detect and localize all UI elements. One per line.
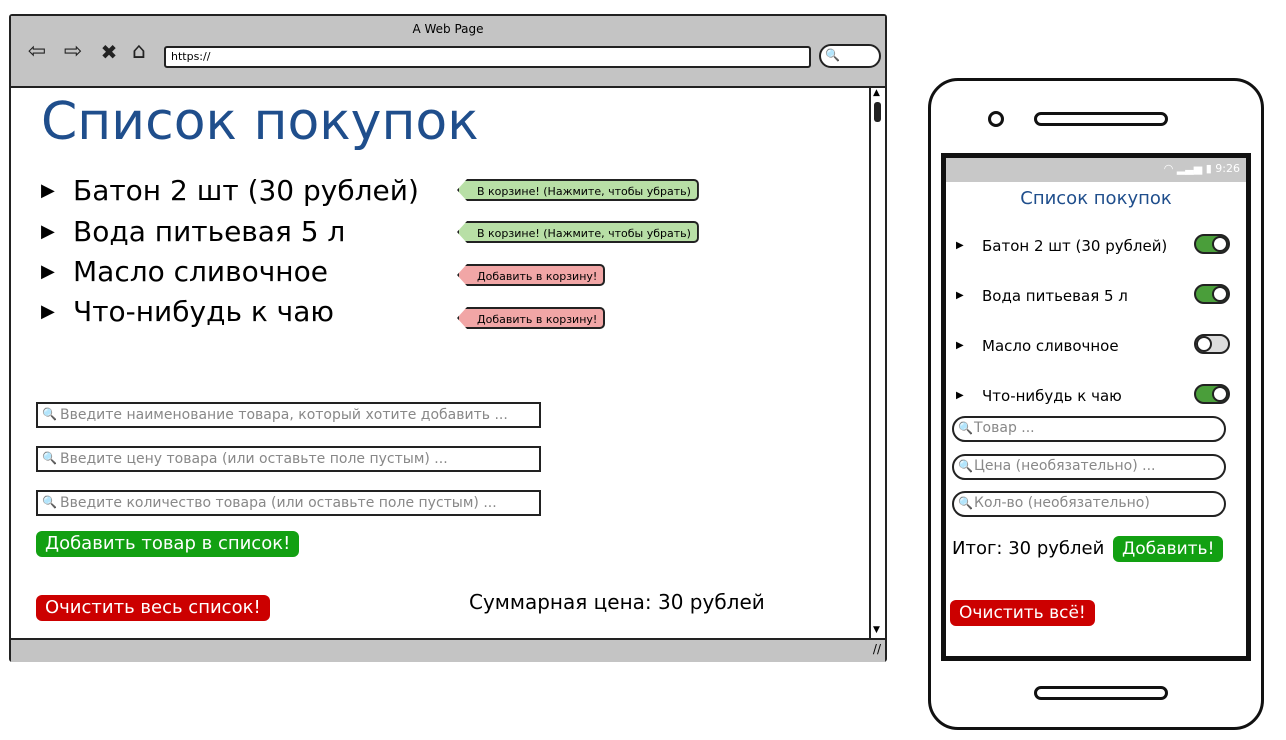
expand-arrow-icon[interactable]: ▶ [41, 221, 55, 242]
total-price: Суммарная цена: 30 рублей [469, 590, 765, 614]
camera-icon [988, 111, 1004, 127]
in-cart-toggle[interactable] [1194, 284, 1230, 304]
browser-search-box[interactable]: 🔍 [819, 44, 881, 68]
mobile-item-qty-input[interactable]: 🔍 Кол-во (необязательно) [952, 491, 1226, 517]
stop-icon[interactable]: ✖ [95, 40, 123, 64]
input-placeholder: Введите цену товара (или оставьте поле п… [60, 451, 448, 467]
resize-handle-icon[interactable]: // [873, 642, 881, 656]
list-item: ▶ Вода питьевая 5 л [956, 284, 1241, 310]
item-label: Батон 2 шт (30 рублей) [73, 174, 419, 207]
list-item: ▶ Масло сливочное [956, 334, 1241, 360]
window-title: A Web Page [412, 22, 484, 36]
status-icons: ◠ ▂▃▅ ▮ 9:26 [1164, 162, 1240, 175]
item-label: Вода питьевая 5 л [73, 215, 346, 248]
item-label: Что-нибудь к чаю [982, 387, 1122, 405]
scroll-up-icon[interactable]: ▲ [873, 88, 880, 98]
expand-arrow-icon[interactable]: ▶ [41, 261, 55, 282]
mobile-page-title: Список покупок [1020, 188, 1172, 209]
expand-arrow-icon[interactable]: ▶ [956, 240, 964, 251]
input-placeholder: Введите наименование товара, который хот… [60, 407, 508, 423]
wifi-icon: ◠ [1163, 162, 1174, 175]
address-bar[interactable]: https:// [164, 46, 811, 68]
input-placeholder: Цена (необязательно) ... [974, 458, 1156, 474]
search-icon: 🔍 [825, 48, 840, 62]
page-title: Список покупок [41, 92, 479, 152]
clear-list-button[interactable]: Очистить весь список! [36, 595, 270, 621]
home-icon[interactable]: ⌂ [125, 40, 153, 64]
mobile-total-price: Итог: 30 рублей [952, 538, 1105, 559]
expand-arrow-icon[interactable]: ▶ [956, 390, 964, 401]
in-cart-toggle[interactable] [1194, 384, 1230, 404]
search-icon: 🔍 [958, 459, 973, 473]
item-price-input[interactable]: 🔍 Введите цену товара (или оставьте поле… [36, 446, 541, 472]
mobile-item-name-input[interactable]: 🔍 Товар ... [952, 416, 1226, 442]
item-label: Вода питьевая 5 л [982, 287, 1128, 305]
input-placeholder: Товар ... [974, 420, 1035, 436]
status-time: 9:26 [1215, 162, 1240, 175]
toggle-knob [1196, 336, 1212, 352]
back-icon[interactable]: ⇦ [23, 40, 51, 64]
in-cart-toggle[interactable] [1194, 334, 1230, 354]
item-label: Масло сливочное [73, 255, 328, 288]
item-label: Батон 2 шт (30 рублей) [982, 237, 1168, 255]
add-to-cart-tag[interactable]: Добавить в корзину! [457, 264, 606, 286]
toggle-knob [1212, 386, 1228, 402]
mobile-add-button[interactable]: Добавить! [1113, 536, 1224, 562]
phone-status-bar: ◠ ▂▃▅ ▮ 9:26 [946, 158, 1246, 182]
mobile-clear-button[interactable]: Очистить всё! [950, 600, 1095, 626]
search-icon: 🔍 [42, 407, 57, 421]
item-label: Масло сливочное [982, 337, 1119, 355]
expand-arrow-icon[interactable]: ▶ [956, 340, 964, 351]
forward-icon[interactable]: ⇨ [59, 40, 87, 64]
speaker-grille [1034, 112, 1168, 126]
search-icon: 🔍 [42, 495, 57, 509]
in-cart-toggle[interactable] [1194, 234, 1230, 254]
in-cart-tag[interactable]: В корзине! (Нажмите, чтобы убрать) [457, 179, 699, 201]
browser-window: A Web Page ⇦ ⇨ ✖ ⌂ https:// 🔍 ▲ ▼ // Спи… [9, 14, 887, 662]
expand-arrow-icon[interactable]: ▶ [41, 301, 55, 322]
browser-status-bar: // [11, 638, 885, 662]
search-icon: 🔍 [958, 496, 973, 510]
item-qty-input[interactable]: 🔍 Введите количество товара (или оставьт… [36, 490, 541, 516]
phone-frame: ◠ ▂▃▅ ▮ 9:26 Список покупок ▶ Батон 2 шт… [928, 78, 1264, 730]
browser-toolbar: A Web Page ⇦ ⇨ ✖ ⌂ https:// 🔍 [11, 16, 885, 88]
search-icon: 🔍 [958, 421, 973, 435]
toggle-knob [1212, 286, 1228, 302]
input-placeholder: Введите количество товара (или оставьте … [60, 495, 497, 511]
scroll-thumb[interactable] [874, 102, 881, 122]
home-button[interactable] [1034, 686, 1168, 700]
list-item: ▶ Батон 2 шт (30 рублей) [956, 234, 1241, 260]
input-placeholder: Кол-во (необязательно) [974, 495, 1150, 511]
scroll-down-icon[interactable]: ▼ [873, 625, 880, 635]
phone-screen: ◠ ▂▃▅ ▮ 9:26 Список покупок ▶ Батон 2 шт… [941, 153, 1251, 661]
battery-icon: ▮ [1205, 162, 1212, 175]
mobile-item-price-input[interactable]: 🔍 Цена (необязательно) ... [952, 454, 1226, 480]
expand-arrow-icon[interactable]: ▶ [41, 180, 55, 201]
list-item: ▶ Что-нибудь к чаю [956, 384, 1241, 410]
in-cart-tag[interactable]: В корзине! (Нажмите, чтобы убрать) [457, 221, 699, 243]
toggle-knob [1212, 236, 1228, 252]
add-item-button[interactable]: Добавить товар в список! [36, 531, 300, 557]
vertical-scrollbar[interactable]: ▲ ▼ [869, 88, 885, 638]
search-icon: 🔍 [42, 451, 57, 465]
add-to-cart-tag[interactable]: Добавить в корзину! [457, 307, 606, 329]
item-name-input[interactable]: 🔍 Введите наименование товара, который х… [36, 402, 541, 428]
expand-arrow-icon[interactable]: ▶ [956, 290, 964, 301]
item-label: Что-нибудь к чаю [73, 295, 334, 328]
signal-icon: ▂▃▅ [1176, 162, 1203, 175]
